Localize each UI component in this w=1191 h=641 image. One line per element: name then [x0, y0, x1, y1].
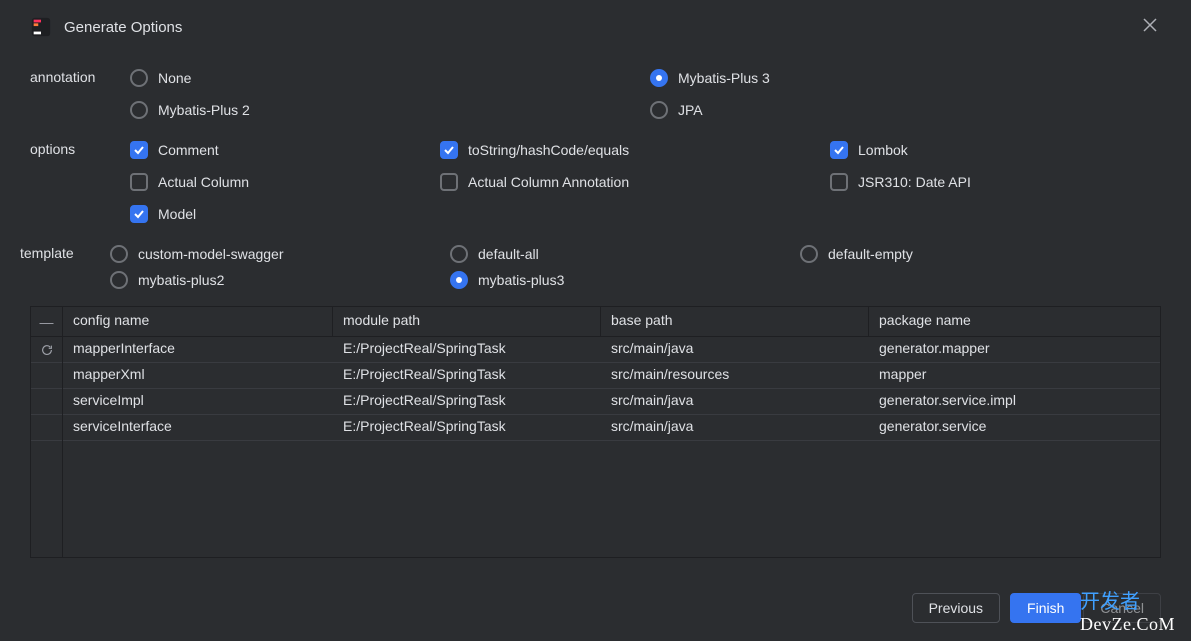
- checkbox-icon: [130, 141, 148, 159]
- radio-icon: [650, 101, 668, 119]
- radio-template-mp3[interactable]: mybatis-plus3: [450, 268, 564, 292]
- dialog-footer: Previous Finish Cancel: [912, 593, 1161, 623]
- annotation-row: annotation None Mybatis-Plus 3: [30, 66, 1161, 130]
- check-lombok[interactable]: Lombok: [830, 138, 908, 162]
- table-row[interactable]: serviceInterfaceE:/ProjectReal/SpringTas…: [63, 415, 1160, 441]
- radio-label: mybatis-plus2: [138, 272, 224, 288]
- collapse-icon[interactable]: —: [31, 307, 62, 337]
- intellij-icon: [30, 16, 52, 38]
- radio-annotation-none[interactable]: None: [130, 66, 191, 90]
- table-cell: generator.mapper: [869, 337, 1160, 362]
- table-cell: src/main/resources: [601, 363, 869, 388]
- radio-label: default-all: [478, 246, 539, 262]
- table-cell: serviceImpl: [63, 389, 333, 414]
- radio-label: None: [158, 70, 191, 86]
- check-tostring[interactable]: toString/hashCode/equals: [440, 138, 629, 162]
- gutter-cell: [31, 389, 62, 415]
- radio-label: mybatis-plus3: [478, 272, 564, 288]
- radio-icon: [110, 245, 128, 263]
- th-base-path[interactable]: base path: [601, 307, 869, 336]
- th-module-path[interactable]: module path: [333, 307, 601, 336]
- table-cell: src/main/java: [601, 415, 869, 440]
- table-cell: mapper: [869, 363, 1160, 388]
- radio-annotation-mp3[interactable]: Mybatis-Plus 3: [650, 66, 770, 90]
- radio-icon: [450, 245, 468, 263]
- th-config-name[interactable]: config name: [63, 307, 333, 336]
- options-row: options Comment toString/hashCode/equals: [30, 138, 1161, 234]
- table-cell: E:/ProjectReal/SpringTask: [333, 363, 601, 388]
- generate-options-dialog: Generate Options annotation None Mybatis…: [0, 0, 1191, 641]
- check-comment[interactable]: Comment: [130, 138, 219, 162]
- table-cell: serviceInterface: [63, 415, 333, 440]
- check-model[interactable]: Model: [130, 202, 196, 226]
- check-actual-column-anno[interactable]: Actual Column Annotation: [440, 170, 629, 194]
- radio-label: default-empty: [828, 246, 913, 262]
- checkbox-icon: [130, 205, 148, 223]
- annotation-label: annotation: [30, 66, 130, 85]
- table-cell: generator.service.impl: [869, 389, 1160, 414]
- checkbox-icon: [440, 141, 458, 159]
- config-table: — config name module path base path pack…: [30, 306, 1161, 558]
- radio-template-default-empty[interactable]: default-empty: [800, 242, 913, 266]
- radio-label: custom-model-swagger: [138, 246, 284, 262]
- check-actual-column[interactable]: Actual Column: [130, 170, 249, 194]
- radio-icon: [650, 69, 668, 87]
- table-cell: src/main/java: [601, 389, 869, 414]
- table-cell: E:/ProjectReal/SpringTask: [333, 389, 601, 414]
- refresh-icon[interactable]: [31, 337, 62, 363]
- check-label: Actual Column Annotation: [468, 174, 629, 190]
- radio-label: JPA: [678, 102, 703, 118]
- checkbox-icon: [440, 173, 458, 191]
- table-cell: src/main/java: [601, 337, 869, 362]
- radio-icon: [450, 271, 468, 289]
- finish-button[interactable]: Finish: [1010, 593, 1081, 623]
- radio-label: Mybatis-Plus 3: [678, 70, 770, 86]
- checkbox-icon: [830, 173, 848, 191]
- table-body: mapperInterfaceE:/ProjectReal/SpringTask…: [63, 337, 1160, 441]
- close-icon[interactable]: [1143, 18, 1161, 36]
- radio-annotation-mp2[interactable]: Mybatis-Plus 2: [130, 98, 250, 122]
- radio-icon: [130, 69, 148, 87]
- title-bar: Generate Options: [30, 16, 1161, 38]
- radio-template-default-all[interactable]: default-all: [450, 242, 539, 266]
- gutter-cell: [31, 415, 62, 441]
- checkbox-icon: [130, 173, 148, 191]
- check-label: JSR310: Date API: [858, 174, 971, 190]
- check-label: Actual Column: [158, 174, 249, 190]
- table-cell: generator.service: [869, 415, 1160, 440]
- radio-label: Mybatis-Plus 2: [158, 102, 250, 118]
- template-row: template custom-model-swagger default-al…: [20, 242, 1161, 292]
- table-row[interactable]: mapperInterfaceE:/ProjectReal/SpringTask…: [63, 337, 1160, 363]
- radio-annotation-jpa[interactable]: JPA: [650, 98, 703, 122]
- gutter-cell: [31, 363, 62, 389]
- radio-template-custom-swagger[interactable]: custom-model-swagger: [110, 242, 284, 266]
- check-label: toString/hashCode/equals: [468, 142, 629, 158]
- table-header: config name module path base path packag…: [63, 307, 1160, 337]
- table-row[interactable]: mapperXmlE:/ProjectReal/SpringTasksrc/ma…: [63, 363, 1160, 389]
- template-label: template: [20, 242, 110, 261]
- table-row[interactable]: serviceImplE:/ProjectReal/SpringTasksrc/…: [63, 389, 1160, 415]
- options-label: options: [30, 138, 130, 157]
- radio-template-mp2[interactable]: mybatis-plus2: [110, 268, 224, 292]
- radio-icon: [800, 245, 818, 263]
- check-label: Model: [158, 206, 196, 222]
- dialog-title: Generate Options: [64, 19, 182, 36]
- table-cell: E:/ProjectReal/SpringTask: [333, 337, 601, 362]
- check-label: Lombok: [858, 142, 908, 158]
- table-cell: mapperXml: [63, 363, 333, 388]
- th-package-name[interactable]: package name: [869, 307, 1160, 336]
- check-jsr310[interactable]: JSR310: Date API: [830, 170, 971, 194]
- cancel-button[interactable]: Cancel: [1083, 593, 1161, 623]
- table-cell: mapperInterface: [63, 337, 333, 362]
- checkbox-icon: [830, 141, 848, 159]
- table-cell: E:/ProjectReal/SpringTask: [333, 415, 601, 440]
- radio-icon: [110, 271, 128, 289]
- check-label: Comment: [158, 142, 219, 158]
- previous-button[interactable]: Previous: [912, 593, 1000, 623]
- table-gutter: —: [31, 307, 63, 557]
- radio-icon: [130, 101, 148, 119]
